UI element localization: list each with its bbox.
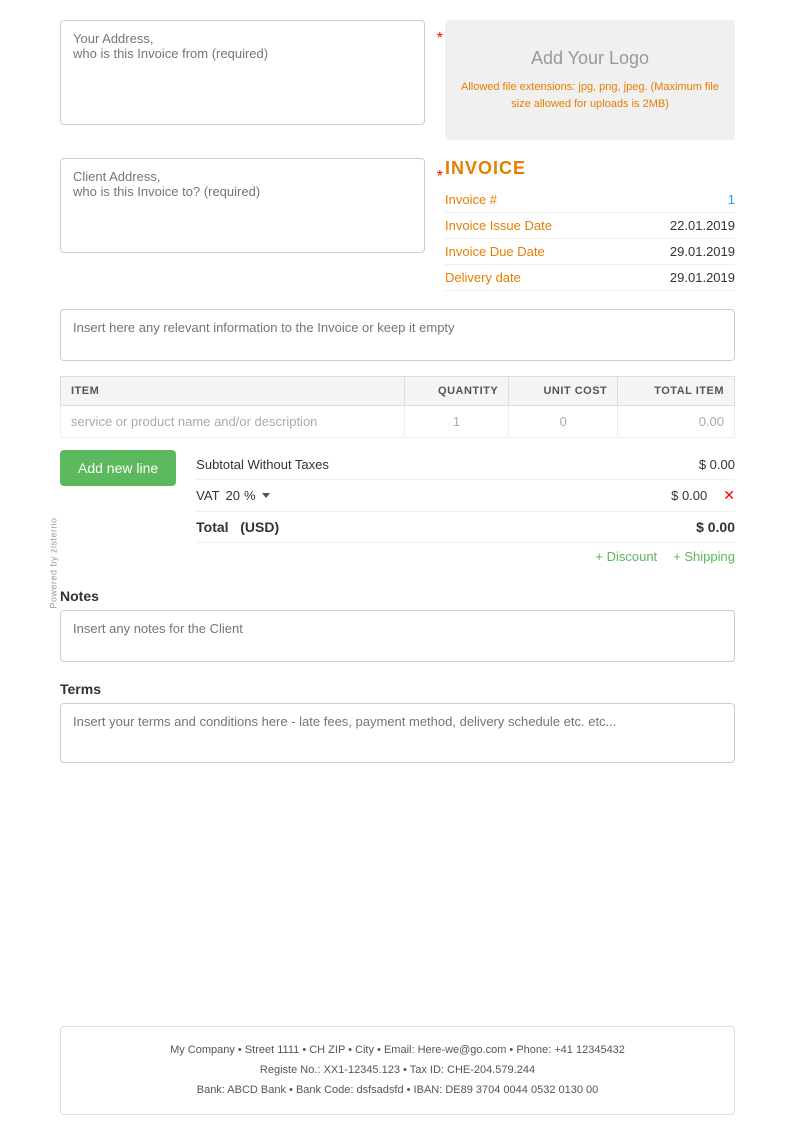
notes-label: Notes	[60, 588, 735, 604]
invoice-number-label: Invoice #	[445, 192, 497, 207]
col-quantity: QUANTITY	[404, 377, 508, 406]
footer-line3: Bank: ABCD Bank • Bank Code: dsfsadsfd •…	[81, 1081, 714, 1101]
invoice-details: INVOICE Invoice # 1 Invoice Issue Date 2…	[445, 158, 735, 291]
footer-line1: My Company • Street 1111 • CH ZIP • City…	[81, 1041, 714, 1061]
invoice-issue-value[interactable]: 22.01.2019	[670, 218, 735, 233]
subtotal-row: Subtotal Without Taxes $ 0.00	[196, 450, 735, 480]
notes-input[interactable]	[60, 610, 735, 662]
logo-upload-box[interactable]: Add Your Logo Allowed file extensions: j…	[445, 20, 735, 140]
vat-row: VAT 20 % $ 0.00 ✕	[196, 480, 735, 512]
subtotal-label: Subtotal Without Taxes	[196, 457, 329, 472]
vat-delete-button[interactable]: ✕	[723, 487, 735, 504]
logo-title: Add Your Logo	[531, 48, 649, 69]
footer: My Company • Street 1111 • CH ZIP • City…	[60, 1026, 735, 1115]
from-address-input[interactable]	[73, 31, 412, 111]
bottom-section: Add new line Subtotal Without Taxes $ 0.…	[60, 450, 735, 570]
item-unit-cost[interactable]: 0	[509, 406, 618, 438]
total-label: Total (USD)	[196, 519, 279, 535]
client-address-required: *	[437, 168, 443, 186]
mid-section: * INVOICE Invoice # 1 Invoice Issue Date…	[60, 158, 735, 291]
add-line-wrapper: Add new line	[60, 450, 176, 486]
item-quantity[interactable]: 1	[404, 406, 508, 438]
add-line-button[interactable]: Add new line	[60, 450, 176, 486]
from-address-box	[60, 20, 425, 125]
invoice-delivery-row: Delivery date 29.01.2019	[445, 265, 735, 291]
invoice-due-label: Invoice Due Date	[445, 244, 545, 259]
invoice-number-row: Invoice # 1	[445, 187, 735, 213]
vat-value: $ 0.00	[671, 488, 707, 503]
subtotal-value: $ 0.00	[699, 457, 735, 472]
invoice-due-value[interactable]: 29.01.2019	[670, 244, 735, 259]
table-row: service or product name and/or descripti…	[61, 406, 735, 438]
invoice-title: INVOICE	[445, 158, 735, 179]
item-total: 0.00	[618, 406, 735, 438]
shipping-link[interactable]: + Shipping	[673, 549, 735, 564]
vat-dropdown-icon[interactable]	[262, 493, 270, 498]
items-table: ITEM QUANTITY UNIT COST TOTAL ITEM servi…	[60, 376, 735, 438]
col-total-item: TOTAL ITEM	[618, 377, 735, 406]
invoice-info-input[interactable]	[60, 309, 735, 361]
total-value: $ 0.00	[696, 519, 735, 535]
item-description[interactable]: service or product name and/or descripti…	[61, 406, 405, 438]
total-row: Total (USD) $ 0.00	[196, 512, 735, 543]
terms-input[interactable]	[60, 703, 735, 763]
table-header-row: ITEM QUANTITY UNIT COST TOTAL ITEM	[61, 377, 735, 406]
discount-shipping-row: + Discount + Shipping	[196, 543, 735, 570]
from-address-required: *	[437, 30, 443, 48]
footer-line2: Registe No.: XX1-12345.123 • Tax ID: CHE…	[81, 1061, 714, 1081]
invoice-issue-row: Invoice Issue Date 22.01.2019	[445, 213, 735, 239]
discount-link[interactable]: + Discount	[595, 549, 657, 564]
client-address-input[interactable]	[73, 169, 412, 239]
invoice-delivery-label: Delivery date	[445, 270, 521, 285]
vat-label: VAT	[196, 488, 219, 503]
client-address-box	[60, 158, 425, 253]
invoice-issue-label: Invoice Issue Date	[445, 218, 552, 233]
col-item: ITEM	[61, 377, 405, 406]
terms-label: Terms	[60, 681, 735, 697]
invoice-delivery-value[interactable]: 29.01.2019	[670, 270, 735, 285]
totals-box: Subtotal Without Taxes $ 0.00 VAT 20 % $…	[196, 450, 735, 570]
invoice-due-row: Invoice Due Date 29.01.2019	[445, 239, 735, 265]
logo-info: Allowed file extensions: jpg, png, jpeg.…	[460, 79, 720, 112]
top-section: * Add Your Logo Allowed file extensions:…	[60, 20, 735, 140]
col-unit-cost: UNIT COST	[509, 377, 618, 406]
vat-percent[interactable]: 20 %	[226, 488, 270, 503]
invoice-number-value[interactable]: 1	[728, 192, 735, 207]
